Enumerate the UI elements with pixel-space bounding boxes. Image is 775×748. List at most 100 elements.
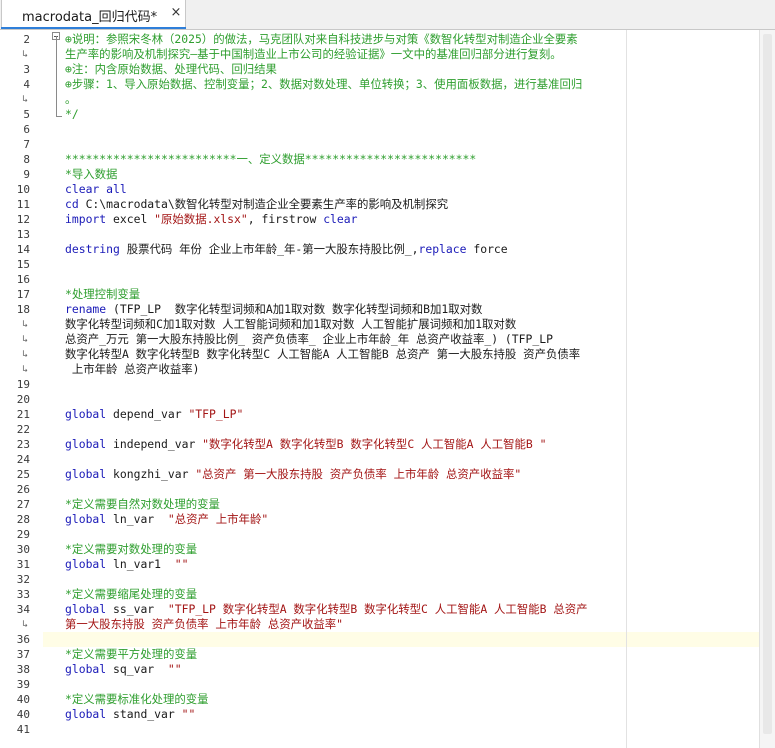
line-number: 6: [23, 123, 30, 136]
code-line[interactable]: 14 destring 股票代码 年份 企业上市年龄_年-第一大股东持股比例_,r…: [0, 242, 775, 257]
code-line[interactable]: 25 global kongzhi_var "总资产 第一大股东持股 资产负债率 …: [0, 467, 775, 482]
code-line[interactable]: ↳ 数字化转型A 数字化转型B 数字化转型C 人工智能A 人工智能B 总资产 第一…: [0, 347, 775, 362]
code-text: *定义需要缩尾处理的变量: [65, 587, 198, 601]
line-number: 20: [16, 393, 30, 406]
code-line[interactable]: ↳ 总资产_万元 第一大股东持股比例_ 资产负债率_ 企业上市年龄_年 总资产收益…: [0, 332, 775, 347]
code-line[interactable]: 36: [0, 632, 775, 647]
keyword-token: clear all: [65, 182, 127, 196]
wrap-indicator-icon: ↳: [22, 49, 29, 60]
keyword-token: global: [65, 467, 107, 481]
code-line[interactable]: 10 clear all: [0, 182, 775, 197]
code-line[interactable]: 8 *************************一、定义数据********…: [0, 152, 775, 167]
code-editor[interactable]: 2 ⊕说明：参照宋冬林（2025）的做法，马克团队对来自科技进步与对策《数智化转型…: [0, 30, 775, 748]
code-line[interactable]: ↳ 上市年龄 总资产收益率): [0, 362, 775, 377]
code-line[interactable]: 3 ⊕注：内含原始数据、处理代码、回归结果: [0, 62, 775, 77]
code-line[interactable]: 37 *定义需要平方处理的变量: [0, 647, 775, 662]
tab-macrodata-regression[interactable]: macrodata_回归代码* ×: [1, 0, 186, 29]
line-number: 25: [16, 468, 30, 481]
code-line[interactable]: ↳ 数字化转型词频和C加1取对数 人工智能词频和加1取对数 人工智能扩展词频和加1…: [0, 317, 775, 332]
line-number: 36: [16, 633, 30, 646]
string-token: "": [174, 557, 189, 571]
code-token: C:\macrodata\数智化转型对制造企业全要素生产率的影响及机制探究: [78, 197, 449, 211]
code-text: global sq_var "": [65, 662, 182, 677]
line-number: 38: [16, 663, 30, 676]
vertical-scrollbar[interactable]: [759, 30, 775, 748]
code-text: destring 股票代码 年份 企业上市年龄_年-第一大股东持股比例_,rep…: [65, 242, 508, 257]
code-line[interactable]: ↳ 生产率的影响及机制探究—基于中国制造业上市公司的经验证据》一文中的基准回归部分…: [0, 47, 775, 62]
string-token: "数字化转型A 数字化转型B 数字化转型C 人工智能A 人工智能B ": [202, 437, 547, 451]
line-number: 37: [16, 648, 30, 661]
code-text: 总资产_万元 第一大股东持股比例_ 资产负债率_ 企业上市年龄_年 总资产收益率…: [65, 332, 553, 346]
code-line[interactable]: 2 ⊕说明：参照宋冬林（2025）的做法，马克团队对来自科技进步与对策《数智化转型…: [0, 32, 775, 47]
code-line[interactable]: 24: [0, 452, 775, 467]
line-number: 3: [23, 63, 30, 76]
line-number: 27: [16, 498, 30, 511]
code-token: kongzhi_var: [106, 467, 196, 481]
line-number: 8: [23, 153, 30, 166]
line-number: 4: [23, 78, 30, 91]
code-line[interactable]: 18 rename (TFP_LP 数字化转型词频和A加1取对数 数字化转型词频和…: [0, 302, 775, 317]
code-line[interactable]: 11 cd C:\macrodata\数智化转型对制造企业全要素生产率的影响及机制…: [0, 197, 775, 212]
code-line[interactable]: ↳ 第一大股东持股 资产负债率 上市年龄 总资产收益率": [0, 617, 775, 632]
scrollbar-thumb[interactable]: [763, 34, 772, 734]
code-text: 生产率的影响及机制探究—基于中国制造业上市公司的经验证据》一文中的基准回归部分进…: [65, 47, 562, 61]
code-line[interactable]: 26: [0, 482, 775, 497]
code-text: *定义需要对数处理的变量: [65, 542, 198, 556]
string-token: "原始数据.xlsx": [154, 212, 248, 226]
code-line[interactable]: 15: [0, 257, 775, 272]
code-line[interactable]: 28 global ln_var "总资产 上市年龄": [0, 512, 775, 527]
keyword-token: cd: [65, 197, 79, 211]
code-line[interactable]: 4 ⊕步骤：1、导入原始数据、控制变量；2、数据对数处理、单位转换；3、使用面板数…: [0, 77, 775, 92]
code-line[interactable]: 17 *处理控制变量: [0, 287, 775, 302]
string-token: "": [181, 707, 196, 721]
line-number: 40: [16, 708, 30, 721]
code-line[interactable]: 39: [0, 677, 775, 692]
keyword-token: replace: [418, 242, 467, 256]
code-line[interactable]: 27 *定义需要自然对数处理的变量: [0, 497, 775, 512]
tab-title: macrodata_回归代码*: [22, 10, 158, 25]
code-line[interactable]: 13: [0, 227, 775, 242]
wrap-indicator-icon: ↳: [22, 334, 29, 345]
code-line[interactable]: 21 global depend_var "TFP_LP": [0, 407, 775, 422]
code-line[interactable]: 40 global stand_var "": [0, 707, 775, 722]
code-text: *定义需要平方处理的变量: [65, 647, 198, 661]
code-line[interactable]: 29: [0, 527, 775, 542]
code-text: ⊕说明：参照宋冬林（2025）的做法，马克团队对来自科技进步与对策《数智化转型对…: [65, 32, 578, 46]
keyword-token: clear: [323, 212, 358, 226]
wrap-indicator-icon: ↳: [22, 619, 29, 630]
line-number: 17: [16, 288, 30, 301]
code-line[interactable]: 7: [0, 137, 775, 152]
code-line[interactable]: 16: [0, 272, 775, 287]
code-text: global independ_var "数字化转型A 数字化转型B 数字化转型…: [65, 437, 546, 452]
code-line[interactable]: 23 global independ_var "数字化转型A 数字化转型B 数字化…: [0, 437, 775, 452]
code-line[interactable]: 32: [0, 572, 775, 587]
code-line[interactable]: 38 global sq_var "": [0, 662, 775, 677]
line-number: 31: [16, 558, 30, 571]
line-number: 23: [16, 438, 30, 451]
code-line[interactable]: 30 *定义需要对数处理的变量: [0, 542, 775, 557]
string-token: "总资产 上市年龄": [167, 512, 269, 526]
code-line[interactable]: 22: [0, 422, 775, 437]
line-number: 40: [16, 693, 30, 706]
string-token: "总资产 第一大股东持股 资产负债率 上市年龄 总资产收益率": [195, 467, 522, 481]
code-line[interactable]: 41: [0, 722, 775, 737]
code-line[interactable]: 40 *定义需要标准化处理的变量: [0, 692, 775, 707]
code-line[interactable]: 12 import excel "原始数据.xlsx", firstrow cle…: [0, 212, 775, 227]
code-line[interactable]: ↳。: [0, 92, 775, 107]
string-token: "TFP_LP": [188, 407, 244, 421]
code-line[interactable]: 9 *导入数据: [0, 167, 775, 182]
line-number: 19: [16, 378, 30, 391]
code-line[interactable]: 6: [0, 122, 775, 137]
code-text: 数字化转型A 数字化转型B 数字化转型C 人工智能A 人工智能B 总资产 第一大…: [65, 347, 581, 361]
code-token: sq_var: [106, 662, 168, 676]
code-line[interactable]: 19: [0, 377, 775, 392]
close-icon[interactable]: ×: [169, 5, 183, 21]
code-line[interactable]: 5 */: [0, 107, 775, 122]
code-line[interactable]: 34 global ss_var "TFP_LP 数字化转型A 数字化转型B 数字…: [0, 602, 775, 617]
code-line[interactable]: 33 *定义需要缩尾处理的变量: [0, 587, 775, 602]
wrap-indicator-icon: ↳: [22, 364, 29, 375]
code-line[interactable]: 31 global ln_var1 "": [0, 557, 775, 572]
code-line[interactable]: 20: [0, 392, 775, 407]
code-text: global stand_var "": [65, 707, 195, 722]
string-token: "": [167, 662, 182, 676]
